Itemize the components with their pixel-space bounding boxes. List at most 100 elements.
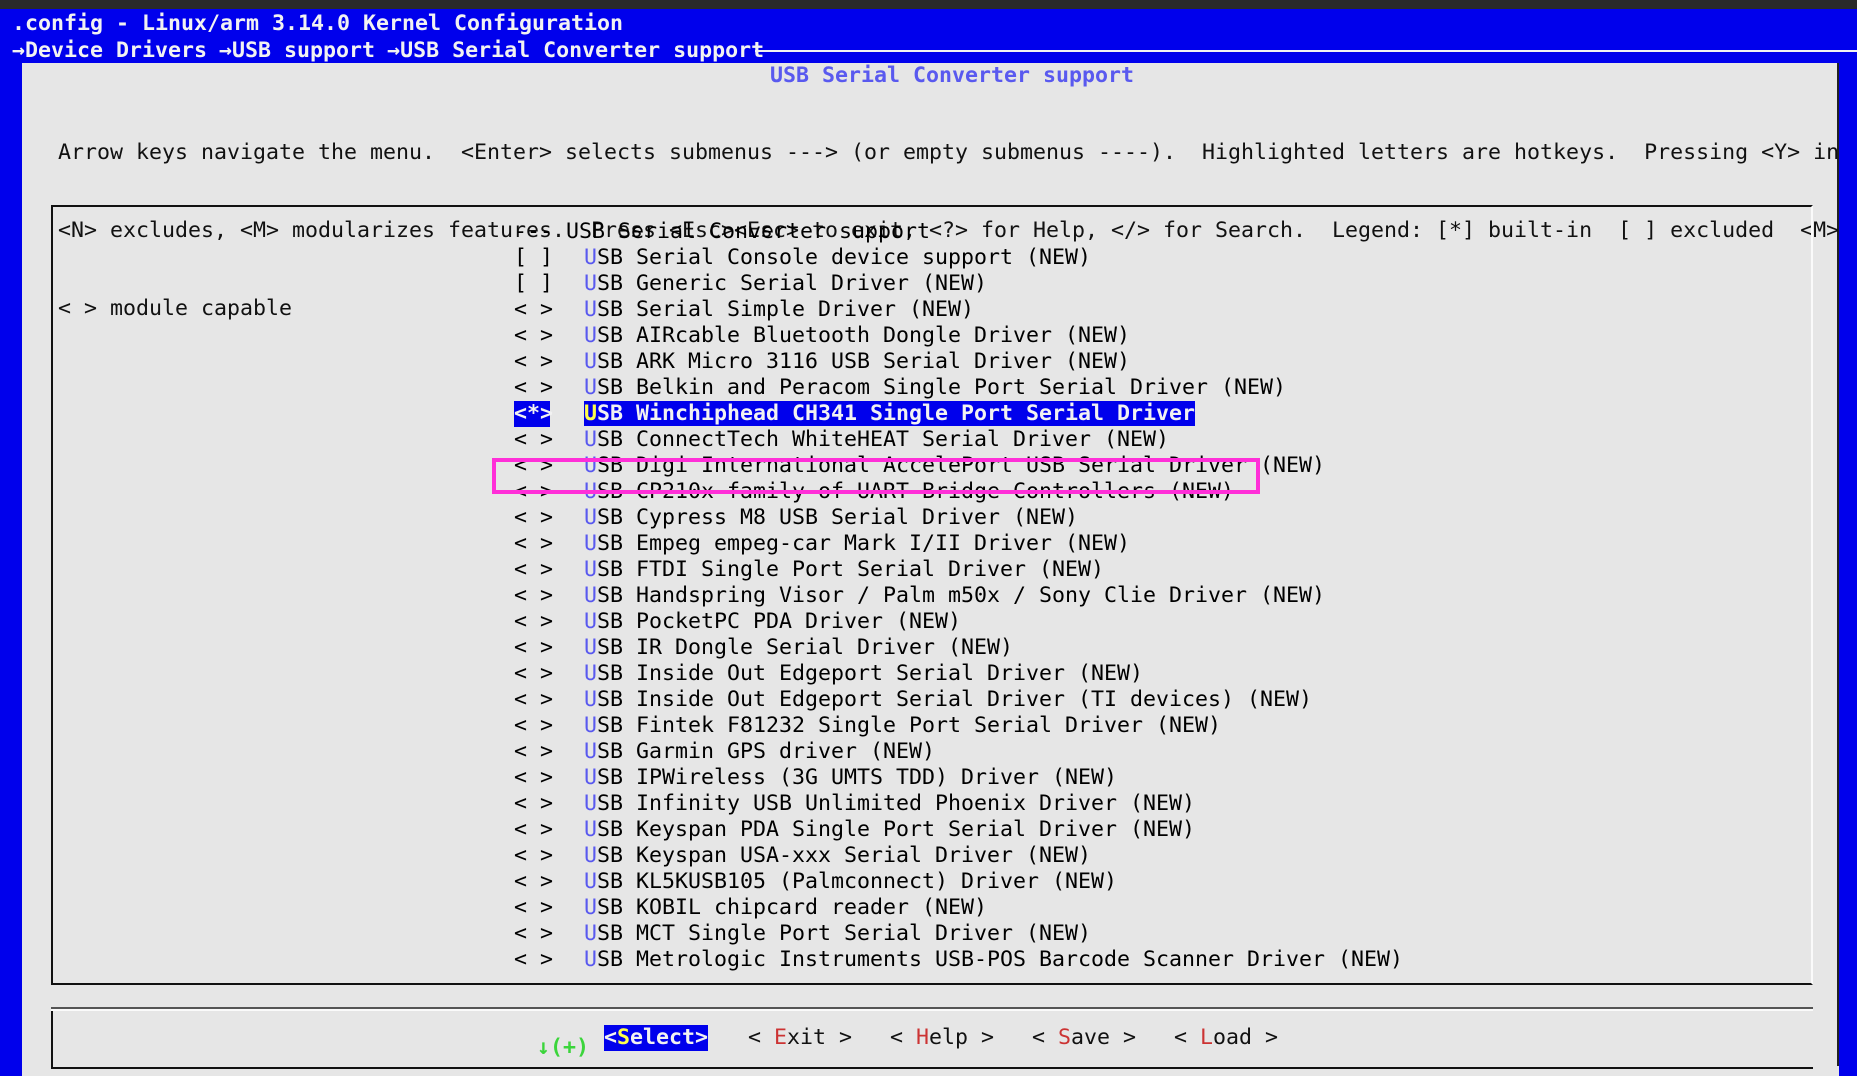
menu-item[interactable]: < > USB AIRcable Bluetooth Dongle Driver … xyxy=(514,323,1403,349)
menu-item-state[interactable]: [ ] xyxy=(514,245,584,271)
menuconfig-window: USB Serial Converter support Arrow keys … xyxy=(22,63,1857,1076)
menu-item-state[interactable]: < > xyxy=(514,609,584,635)
button-text: elect xyxy=(630,1025,696,1050)
menu-item-label: USB Serial Simple Driver (NEW) xyxy=(584,297,974,322)
menu-item-state[interactable]: < > xyxy=(514,427,584,453)
button-save[interactable]: < Save > xyxy=(1032,1025,1136,1051)
menu-item[interactable]: < > USB KOBIL chipcard reader (NEW) xyxy=(514,895,1403,921)
menu-item[interactable]: < > USB KL5KUSB105 (Palmconnect) Driver (… xyxy=(514,869,1403,895)
menu-item-hotkey: U xyxy=(584,531,598,556)
menu-item[interactable]: < > USB Empeg empeg-car Mark I/II Driver … xyxy=(514,531,1403,557)
help-line: Arrow keys navigate the menu. <Enter> se… xyxy=(58,140,1857,165)
menu-item-hotkey: U xyxy=(584,687,598,712)
menu-item[interactable]: < > USB Infinity USB Unlimited Phoenix Dr… xyxy=(514,791,1403,817)
menu-item[interactable]: < > USB Inside Out Edgeport Serial Driver… xyxy=(514,687,1403,713)
menu-item-hotkey: U xyxy=(584,245,598,270)
button-text: < xyxy=(604,1025,618,1050)
menu-item-state[interactable]: < > xyxy=(514,739,584,765)
menu-item-label: USB KOBIL chipcard reader (NEW) xyxy=(584,895,987,920)
menu-item-state[interactable]: < > xyxy=(514,661,584,687)
button-text: oad xyxy=(1213,1025,1253,1050)
menu-item-label: USB Winchiphead CH341 Single Port Serial… xyxy=(584,401,1196,426)
menu-item-state[interactable]: < > xyxy=(514,531,584,557)
window-title: USB Serial Converter support xyxy=(764,63,1141,89)
breadcrumb-item: USB Serial Converter support xyxy=(400,38,765,63)
menu-item[interactable]: < > USB Keyspan USA-xxx Serial Driver (NE… xyxy=(514,843,1403,869)
button-text: > xyxy=(1252,1025,1279,1050)
menu-item-state[interactable]: < > xyxy=(514,895,584,921)
breadcrumb-rule xyxy=(755,50,1857,52)
button-text: ave xyxy=(1071,1025,1111,1050)
menu-item-text: SB Inside Out Edgeport Serial Driver (NE… xyxy=(597,661,1144,686)
menu-item[interactable]: < > USB Fintek F81232 Single Port Serial … xyxy=(514,713,1403,739)
menu-item-hotkey: U xyxy=(584,713,598,738)
menu-item-state[interactable]: < > xyxy=(514,765,584,791)
menu-item[interactable]: < > USB PocketPC PDA Driver (NEW) xyxy=(514,609,1403,635)
menu-item-text: SB Keyspan USA-xxx Serial Driver (NEW) xyxy=(597,843,1092,868)
menu-item[interactable]: [ ] USB Generic Serial Driver (NEW) xyxy=(514,271,1403,297)
menu-item-state[interactable]: < > xyxy=(514,557,584,583)
menu-item-state[interactable]: < > xyxy=(514,791,584,817)
button-help[interactable]: < Help > xyxy=(890,1025,994,1051)
menu-item-hotkey: U xyxy=(584,609,598,634)
menu-item-state[interactable]: [ ] xyxy=(514,271,584,297)
menu-item[interactable]: < > USB IR Dongle Serial Driver (NEW) xyxy=(514,635,1403,661)
menu-item-label: USB Inside Out Edgeport Serial Driver (T… xyxy=(584,687,1312,712)
menu-item-label: USB IR Dongle Serial Driver (NEW) xyxy=(584,635,1013,660)
menu-item[interactable]: < > USB Garmin GPS driver (NEW) xyxy=(514,739,1403,765)
menu-item-state[interactable]: < > xyxy=(514,817,584,843)
menu-item-state[interactable]: < > xyxy=(514,583,584,609)
menu-item-selected[interactable]: <*> USB Winchiphead CH341 Single Port Ser… xyxy=(514,401,1403,427)
breadcrumb-arrow-icon: → xyxy=(12,38,26,63)
menu-item-hotkey: U xyxy=(584,401,598,426)
button-hotkey: S xyxy=(1058,1025,1072,1050)
menu-item[interactable]: < > USB MCT Single Port Serial Driver (NE… xyxy=(514,921,1403,947)
menu-item-state[interactable]: < > xyxy=(514,349,584,375)
menu-item-hotkey: U xyxy=(584,375,598,400)
menu-item[interactable]: < > USB Inside Out Edgeport Serial Driver… xyxy=(514,661,1403,687)
menu-item-hotkey: U xyxy=(584,583,598,608)
button-exit[interactable]: < Exit > xyxy=(748,1025,852,1051)
button-load[interactable]: < Load > xyxy=(1174,1025,1278,1051)
menu-item-state[interactable]: <*> xyxy=(514,401,553,427)
menu-item-hotkey: U xyxy=(584,739,598,764)
menu-item[interactable]: < > USB Handspring Visor / Palm m50x / So… xyxy=(514,583,1403,609)
menu-item-state[interactable]: < > xyxy=(514,843,584,869)
menu-item[interactable]: < > USB Serial Simple Driver (NEW) xyxy=(514,297,1403,323)
menu-item-hotkey: U xyxy=(584,791,598,816)
menu-item-state[interactable]: < > xyxy=(514,713,584,739)
menu-item-state[interactable]: < > xyxy=(514,375,584,401)
menu-item-state[interactable]: < > xyxy=(514,323,584,349)
menu-item-hotkey: U xyxy=(584,557,598,582)
menu-item-label: USB Handspring Visor / Palm m50x / Sony … xyxy=(584,583,1325,608)
menu-item-state[interactable]: < > xyxy=(514,635,584,661)
menu-item-state[interactable]: < > xyxy=(514,687,584,713)
menu-item[interactable]: < > USB ARK Micro 3116 USB Serial Driver … xyxy=(514,349,1403,375)
menu-item-label: USB Cypress M8 USB Serial Driver (NEW) xyxy=(584,505,1078,530)
menu-item-state[interactable]: < > xyxy=(514,947,584,973)
menu-header-row: --- USB Serial Converter support xyxy=(514,219,1403,245)
button-select[interactable]: <Select> xyxy=(604,1025,709,1051)
menu-item-text: SB KOBIL chipcard reader (NEW) xyxy=(597,895,988,920)
menu-item[interactable]: < > USB IPWireless (3G UMTS TDD) Driver (… xyxy=(514,765,1403,791)
menu-item[interactable]: < > USB ConnectTech WhiteHEAT Serial Driv… xyxy=(514,427,1403,453)
menu-item[interactable]: < > USB Keyspan PDA Single Port Serial Dr… xyxy=(514,817,1403,843)
menu-item-text: SB PocketPC PDA Driver (NEW) xyxy=(597,609,962,634)
menu-list[interactable]: --- USB Serial Converter support [ ] USB … xyxy=(514,219,1403,973)
menu-item-state[interactable]: < > xyxy=(514,505,584,531)
button-text: > xyxy=(1110,1025,1137,1050)
menu-item[interactable]: < > USB Cypress M8 USB Serial Driver (NEW… xyxy=(514,505,1403,531)
breadcrumb-item: USB support xyxy=(232,38,376,63)
menu-item-hotkey: U xyxy=(584,505,598,530)
menu-item[interactable]: [ ] USB Serial Console device support (NE… xyxy=(514,245,1403,271)
menu-item[interactable]: < > USB Belkin and Peracom Single Port Se… xyxy=(514,375,1403,401)
menu-item-state[interactable]: < > xyxy=(514,921,584,947)
menu-item-hotkey: U xyxy=(584,427,598,452)
menu-item-state[interactable]: < > xyxy=(514,869,584,895)
menu-item-state[interactable]: < > xyxy=(514,297,584,323)
menu-item-text: SB Cypress M8 USB Serial Driver (NEW) xyxy=(597,505,1079,530)
menu-item-text: SB Winchiphead CH341 Single Port Serial … xyxy=(597,401,1196,426)
menu-item[interactable]: < > USB FTDI Single Port Serial Driver (N… xyxy=(514,557,1403,583)
menu-item-label: USB ConnectTech WhiteHEAT Serial Driver … xyxy=(584,427,1169,452)
menu-item[interactable]: < > USB Metrologic Instruments USB-POS Ba… xyxy=(514,947,1403,973)
